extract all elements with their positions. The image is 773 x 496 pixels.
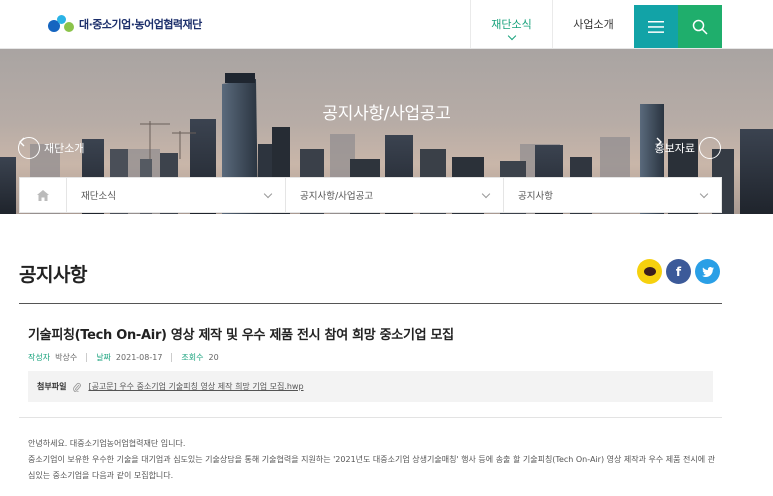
page-title: 공지사항 (19, 264, 87, 286)
post-body: 안녕하세요. 대중소기업농어업협력재단 입니다. 중소기업이 보유한 우수한 기… (28, 436, 718, 484)
hero-prev-link[interactable]: 재단소개 (18, 137, 84, 159)
hamburger-icon (648, 20, 664, 33)
breadcrumb-label: 재단소식 (81, 191, 116, 202)
post-meta: 작성자 박상수 날짜 2021-08-17 조회수 20 (28, 352, 219, 363)
site-logo[interactable]: 대·중소기업·농어업협력재단 (48, 14, 202, 34)
search-button[interactable] (678, 5, 722, 48)
meta-separator (171, 353, 173, 362)
attachment-box: 첨부파일 [공고문] 우수 중소기업 기술피칭 영상 제작 희망 기업 모집.h… (28, 371, 713, 402)
site-header: 대·중소기업·농어업협력재단 재단소식 사업소개 (0, 0, 773, 49)
chevron-down-icon (699, 189, 709, 198)
nav-item-news[interactable]: 재단소식 (470, 0, 552, 48)
breadcrumb-select-3[interactable]: 공지사항 (504, 178, 721, 212)
paperclip-icon (73, 382, 82, 392)
twitter-icon[interactable] (695, 259, 720, 284)
meta-separator (86, 353, 88, 362)
breadcrumb-label: 공지사항 (518, 191, 553, 202)
attachment-label: 첨부파일 (37, 382, 67, 391)
chevron-left-icon (18, 137, 40, 159)
home-icon (37, 189, 49, 201)
menu-button[interactable] (634, 5, 678, 48)
nav-item-label: 재단소식 (491, 18, 532, 31)
views-value: 20 (208, 353, 219, 362)
chevron-right-icon (656, 137, 721, 159)
logo-icon (48, 14, 74, 34)
body-paragraph: 안녕하세요. 대중소기업농어업협력재단 입니다. (28, 439, 186, 448)
date-label: 날짜 (96, 353, 111, 362)
date-value: 2021-08-17 (115, 353, 163, 362)
views-label: 조회수 (181, 353, 204, 362)
breadcrumb-select-2[interactable]: 공지사항/사업공고 (286, 178, 504, 212)
kakao-icon[interactable] (637, 259, 662, 284)
chevron-down-icon (507, 31, 516, 41)
nav-item-label: 사업소개 (573, 18, 614, 31)
share-buttons: f (637, 259, 720, 284)
hero-prev-label: 재단소개 (44, 142, 85, 155)
author-label: 작성자 (28, 353, 51, 362)
chevron-down-icon (481, 189, 491, 198)
chevron-down-icon (263, 189, 273, 198)
body-paragraph: 중소기업이 보유한 우수한 기술을 대기업과 심도있는 기술상담을 통해 기술협… (28, 455, 716, 480)
title-divider (19, 303, 722, 304)
search-icon (692, 19, 708, 35)
author-value: 박상수 (55, 353, 78, 362)
post-title: 기술피칭(Tech On-Air) 영상 제작 및 우수 제품 전시 참여 희망… (28, 328, 454, 343)
breadcrumb: 재단소식 공지사항/사업공고 공지사항 (19, 177, 722, 213)
nav-item-business[interactable]: 사업소개 (552, 0, 634, 48)
logo-text: 대·중소기업·농어업협력재단 (79, 18, 202, 31)
attachment-file-link[interactable]: [공고문] 우수 중소기업 기술피칭 영상 제작 희망 기업 모집.hwp (88, 381, 303, 392)
content-divider (19, 417, 722, 418)
breadcrumb-home[interactable] (20, 178, 67, 212)
breadcrumb-select-1[interactable]: 재단소식 (67, 178, 286, 212)
breadcrumb-label: 공지사항/사업공고 (300, 191, 374, 202)
facebook-icon[interactable]: f (666, 259, 691, 284)
hero-next-link[interactable]: 홍보자료 (655, 137, 721, 159)
hero-title: 공지사항/사업공고 (322, 104, 451, 124)
